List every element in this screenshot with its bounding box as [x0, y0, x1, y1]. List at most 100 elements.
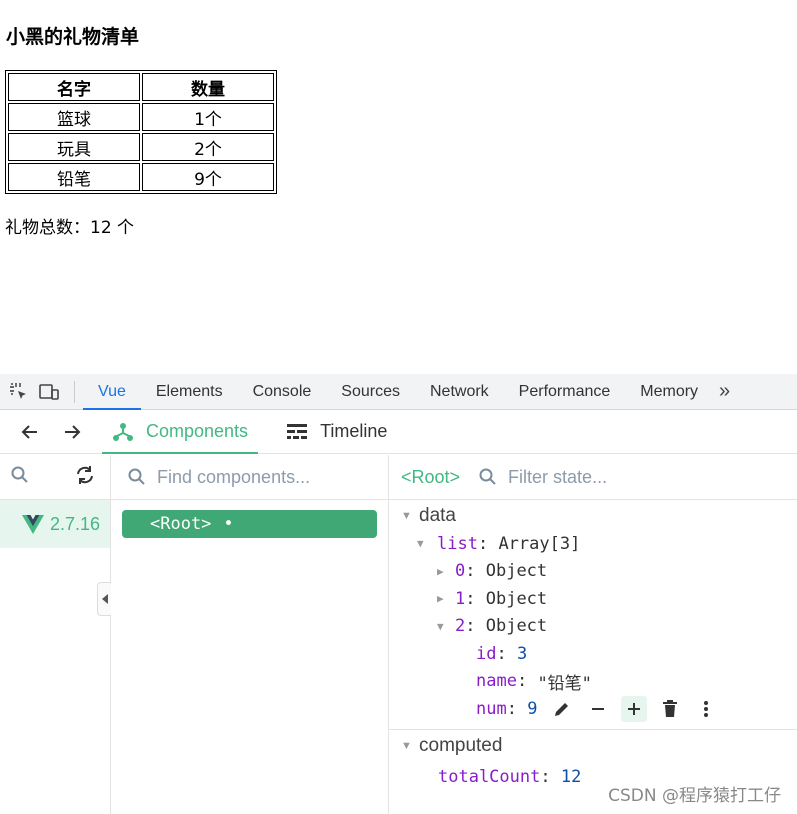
decrement-icon[interactable]: [585, 696, 611, 722]
collapse-triangle-icon: ▼: [437, 619, 444, 633]
table-row: 铅笔 9个: [8, 163, 274, 191]
state-row-item-1[interactable]: ▶ 1: Object: [389, 585, 797, 613]
find-components-input[interactable]: Find components...: [111, 467, 310, 488]
devtools-panel: Vue Elements Console Sources Network Per…: [0, 374, 797, 814]
vue-toolbar: Components Timeline: [0, 410, 797, 454]
cell-name: 玩具: [8, 133, 140, 161]
tab-timeline-label: Timeline: [320, 421, 388, 441]
state-key: 2: [455, 616, 466, 637]
tab-elements[interactable]: Elements: [141, 374, 238, 410]
collapse-handle[interactable]: [97, 582, 111, 616]
component-tree-pane: Find components... <Root> •: [97, 455, 389, 814]
state-tree: ▼ data ▼ list: Array[3] ▶ 0: Object ▶ 1:…: [389, 502, 797, 791]
tab-components-label: Components: [146, 421, 249, 441]
tab-network[interactable]: Network: [415, 374, 504, 410]
selected-component: <Root>: [401, 466, 461, 487]
table-row: 玩具 2个: [8, 133, 274, 161]
tab-performance[interactable]: Performance: [504, 374, 626, 410]
table-row: 篮球 1个: [8, 103, 274, 131]
edit-icon[interactable]: [549, 696, 575, 722]
vue-logo-icon: [22, 515, 44, 534]
delete-icon[interactable]: [657, 696, 683, 722]
state-row-num: num: 9: [389, 695, 797, 723]
tab-console[interactable]: Console: [238, 374, 327, 410]
state-key: num: [476, 698, 507, 719]
tab-memory[interactable]: Memory: [625, 374, 713, 410]
cell-name: 铅笔: [8, 163, 140, 191]
state-row-list[interactable]: ▼ list: Array[3]: [389, 530, 797, 558]
devtools-panes: 2.7.16 Find components... <Root> • <Root: [0, 455, 797, 814]
refresh-icon[interactable]: [74, 465, 96, 490]
state-inspector-pane: <Root> Filter state... ▼ data ▼ list: Ar…: [389, 455, 797, 814]
expand-triangle-icon: ▶: [437, 564, 444, 578]
state-row-id: id: 3: [476, 643, 528, 664]
state-value: Object: [485, 616, 548, 637]
increment-icon[interactable]: [621, 695, 648, 722]
collapse-triangle-icon: ▼: [417, 537, 424, 551]
page-title: 小黑的礼物清单: [6, 26, 140, 48]
cell-count: 1个: [142, 103, 274, 131]
state-row-name: name: "铅笔": [389, 668, 797, 696]
state-value: 12: [560, 767, 582, 788]
more-options-icon[interactable]: [693, 696, 719, 722]
devtools-tabbar: Vue Elements Console Sources Network Per…: [0, 374, 797, 410]
toolbar-divider: [74, 380, 75, 403]
filter-state-placeholder: Filter state...: [508, 466, 608, 487]
app-version: 2.7.16: [50, 513, 101, 534]
search-icon: [128, 468, 145, 485]
state-row-item-0[interactable]: ▶ 0: Object: [389, 558, 797, 586]
state-key: list: [437, 533, 478, 554]
state-key: id: [476, 643, 497, 664]
state-value: 9: [527, 698, 538, 719]
search-icon[interactable]: [10, 465, 30, 490]
header-count: 数量: [142, 73, 274, 101]
search-icon: [479, 468, 496, 485]
state-row-item-2[interactable]: ▼ 2: Object: [389, 613, 797, 641]
state-key: 1: [455, 588, 466, 609]
root-node-dot: •: [223, 514, 234, 534]
tab-components[interactable]: Components: [102, 410, 259, 454]
state-value: Object: [485, 561, 548, 582]
collapse-triangle-icon: ▼: [401, 510, 412, 522]
components-icon: [113, 422, 133, 441]
inspect-element-icon[interactable]: [8, 381, 30, 403]
header-name: 名字: [8, 73, 140, 101]
computed-section-toggle[interactable]: ▼ computed: [389, 732, 797, 760]
computed-section-title: computed: [419, 734, 503, 756]
gift-total: 礼物总数：12 个: [5, 218, 135, 238]
table-header-row: 名字 数量: [8, 73, 274, 101]
watermark: CSDN @程序猿打工仔: [608, 786, 781, 806]
state-value: Object: [485, 588, 548, 609]
data-section-toggle[interactable]: ▼ data: [389, 502, 797, 530]
component-node-root[interactable]: <Root> •: [122, 510, 377, 538]
tab-vue[interactable]: Vue: [83, 374, 141, 410]
apps-pane-header: [0, 455, 110, 500]
apps-pane: 2.7.16: [0, 455, 111, 814]
data-section-title: data: [419, 505, 456, 526]
filter-state-input[interactable]: Filter state...: [460, 467, 607, 488]
gift-table: 名字 数量 篮球 1个 玩具 2个 铅笔 9个: [5, 70, 277, 194]
state-key: 0: [455, 561, 466, 582]
state-key: name: [476, 671, 517, 692]
app-item[interactable]: 2.7.16: [0, 500, 110, 548]
collapse-triangle-icon: ▼: [401, 739, 412, 752]
state-inspector-header: <Root> Filter state...: [389, 455, 797, 500]
tab-sources[interactable]: Sources: [326, 374, 415, 410]
cell-count: 2个: [142, 133, 274, 161]
cell-count: 9个: [142, 163, 274, 191]
back-arrow-icon[interactable]: [18, 420, 42, 444]
timeline-icon: [287, 423, 308, 439]
section-divider: [389, 728, 797, 730]
state-key: totalCount: [438, 767, 541, 788]
more-tabs-icon[interactable]: »: [713, 380, 736, 403]
root-node-label: <Root>: [150, 514, 212, 534]
cell-name: 篮球: [8, 103, 140, 131]
state-value: Array[3]: [498, 533, 581, 554]
device-toggle-icon[interactable]: [38, 381, 60, 403]
forward-arrow-icon[interactable]: [60, 420, 84, 444]
state-value: "铅笔": [537, 673, 592, 694]
find-components-placeholder: Find components...: [157, 466, 311, 487]
value-actions: [549, 695, 729, 722]
component-search-bar: Find components...: [111, 455, 388, 500]
tab-timeline[interactable]: Timeline: [276, 410, 397, 454]
